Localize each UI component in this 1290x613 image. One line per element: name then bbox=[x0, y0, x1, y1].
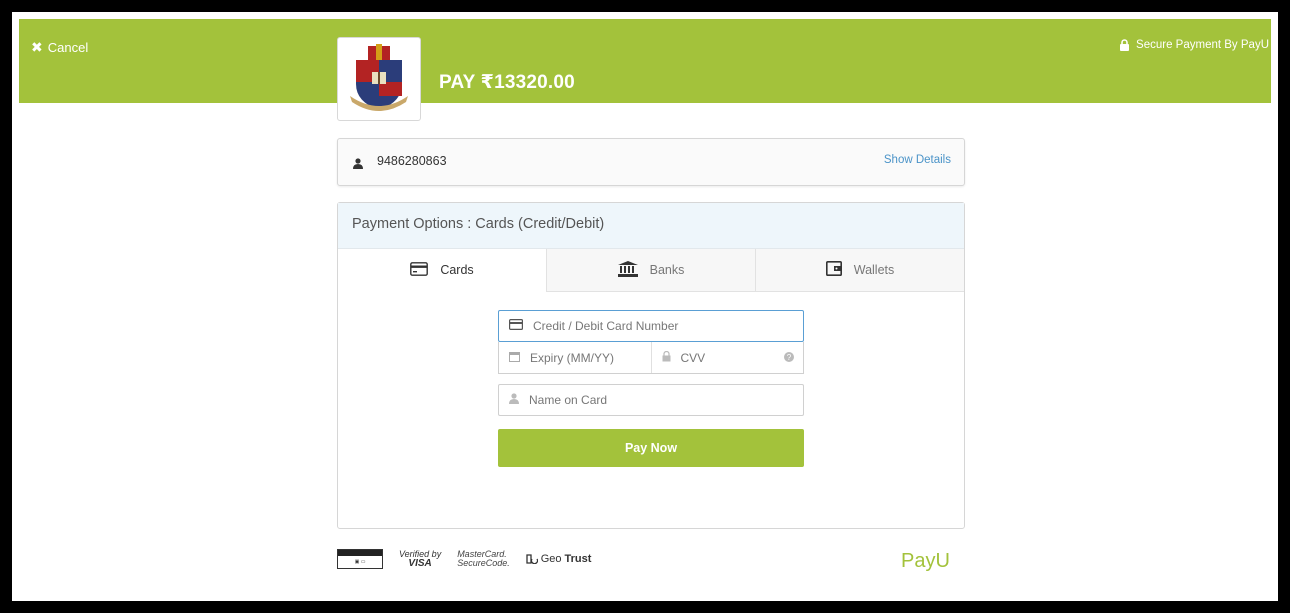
geotrust-logo: Geo Trust bbox=[526, 553, 592, 565]
payment-options-title: Payment Options : Cards (Credit/Debit) bbox=[338, 203, 964, 249]
card-icon bbox=[509, 319, 524, 333]
close-icon: ✖ bbox=[31, 39, 43, 55]
user-icon bbox=[509, 393, 519, 407]
securecode-label: SecureCode. bbox=[457, 558, 510, 568]
expiry-field[interactable]: Expiry (MM/YY) bbox=[499, 342, 651, 373]
secure-payment-label: Secure Payment By PayU bbox=[1136, 39, 1269, 51]
expiry-placeholder: Expiry (MM/YY) bbox=[530, 350, 614, 365]
mastercard-securecode-logo: MasterCard. SecureCode. bbox=[457, 550, 510, 568]
bank-icon bbox=[617, 260, 638, 280]
geotrust-icon bbox=[526, 554, 538, 564]
pay-now-button[interactable]: Pay Now bbox=[498, 429, 804, 467]
security-badges: ▣ ▭ Verified by VISA MasterCard. SecureC… bbox=[337, 549, 591, 569]
tab-cards-label: Cards bbox=[440, 263, 474, 277]
pci-badge-icon: ▣ ▭ bbox=[337, 549, 383, 569]
user-summary-card: 9486280863 Show Details bbox=[337, 138, 965, 186]
cancel-label: Cancel bbox=[47, 40, 89, 55]
lock-icon bbox=[1119, 39, 1130, 51]
pay-amount-title: PAY ₹13320.00 bbox=[439, 72, 575, 93]
visa-label: VISA bbox=[408, 558, 432, 569]
tab-cards[interactable]: Cards bbox=[338, 249, 546, 292]
card-form: Credit / Debit Card Number Expiry (MM/YY… bbox=[498, 310, 804, 467]
tab-banks-label: Banks bbox=[649, 263, 685, 277]
card-number-field[interactable]: Credit / Debit Card Number bbox=[498, 310, 804, 342]
screenshot-frame: ✖ Cancel Secure Payment By PayU PAY ₹133… bbox=[0, 0, 1290, 613]
svg-text:?: ? bbox=[787, 353, 792, 362]
trust-label: Trust bbox=[564, 553, 592, 565]
card-icon bbox=[410, 261, 429, 279]
crest-icon bbox=[350, 44, 408, 111]
cvv-placeholder: CVV bbox=[680, 350, 706, 365]
tab-banks[interactable]: Banks bbox=[546, 249, 755, 291]
expiry-cvv-row: Expiry (MM/YY) CVV ? bbox=[498, 342, 804, 374]
help-icon[interactable]: ? bbox=[784, 351, 794, 365]
payu-logo: PayU bbox=[901, 550, 950, 572]
cvv-field[interactable]: CVV ? bbox=[650, 342, 804, 373]
name-placeholder: Name on Card bbox=[529, 393, 608, 407]
lock-icon bbox=[662, 350, 671, 365]
calendar-icon bbox=[509, 351, 520, 365]
name-on-card-field[interactable]: Name on Card bbox=[498, 384, 804, 416]
user-phone: 9486280863 bbox=[377, 154, 447, 168]
tab-wallets[interactable]: Wallets bbox=[755, 249, 964, 291]
merchant-logo bbox=[337, 37, 421, 121]
payment-options-card: Payment Options : Cards (Credit/Debit) C… bbox=[337, 202, 965, 529]
frame-border: ✖ Cancel Secure Payment By PayU PAY ₹133… bbox=[12, 12, 1278, 601]
card-number-placeholder: Credit / Debit Card Number bbox=[533, 319, 679, 333]
payment-page: ✖ Cancel Secure Payment By PayU PAY ₹133… bbox=[19, 19, 1271, 594]
verified-by-visa-logo: Verified by VISA bbox=[399, 550, 441, 569]
geo-label: Geo bbox=[540, 553, 562, 565]
header-bar bbox=[19, 19, 1271, 103]
payment-tabs: Cards Banks Wallets bbox=[338, 249, 964, 292]
show-details-link[interactable]: Show Details bbox=[884, 154, 951, 166]
wallet-icon bbox=[825, 261, 842, 279]
cancel-button[interactable]: ✖ Cancel bbox=[31, 39, 88, 56]
user-icon bbox=[353, 156, 363, 174]
tab-wallets-label: Wallets bbox=[853, 263, 895, 277]
secure-payment-note: Secure Payment By PayU bbox=[1119, 39, 1269, 51]
